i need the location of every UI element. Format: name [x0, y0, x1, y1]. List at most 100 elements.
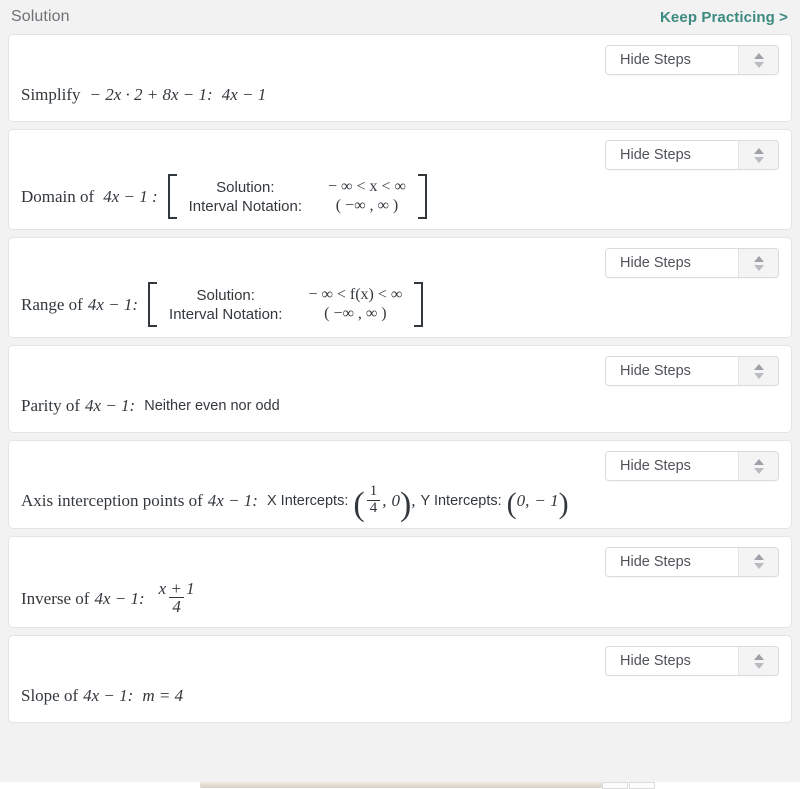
steps-spinner[interactable]: [738, 547, 778, 576]
card-label: Simplify: [21, 85, 81, 104]
hide-steps-button[interactable]: Hide Steps: [605, 140, 779, 170]
triangle-up-icon[interactable]: [753, 653, 764, 660]
card-body-intercepts: Axis interception points of 4x − 1: X In…: [21, 483, 779, 524]
hide-steps-button[interactable]: Hide Steps: [605, 45, 779, 75]
card-label: Range of: [21, 294, 83, 314]
card-toolbar: Hide Steps: [21, 451, 779, 483]
steps-spinner[interactable]: [738, 141, 778, 169]
hide-steps-label: Hide Steps: [606, 452, 738, 480]
triangle-down-icon[interactable]: [753, 662, 764, 669]
triangle-up-icon[interactable]: [753, 147, 764, 154]
triangle-down-icon[interactable]: [753, 467, 764, 474]
matrix-value: ( −∞ , ∞ ): [335, 197, 399, 214]
hide-steps-label: Hide Steps: [606, 357, 738, 385]
matrix-value: − ∞ < x < ∞: [328, 178, 406, 195]
card-body-simplify: Simplify − 2x · 2 + 8x − 1: 4x − 1: [21, 77, 779, 111]
matrix-key: Interval Notation:: [188, 197, 303, 215]
bottom-cutoff-strip: [0, 782, 800, 789]
bottom-control-left[interactable]: [602, 782, 628, 789]
hide-steps-label: Hide Steps: [606, 249, 738, 277]
card-result: Neither even nor odd: [144, 398, 280, 414]
bracket-left-icon: [148, 282, 158, 327]
card-toolbar: Hide Steps: [21, 140, 779, 172]
card-label: Inverse of: [21, 588, 90, 608]
x-intercept-second: 0: [391, 491, 400, 511]
hide-steps-button[interactable]: Hide Steps: [605, 356, 779, 386]
x-intercepts-label: X Intercepts:: [266, 493, 349, 510]
hide-steps-button[interactable]: Hide Steps: [605, 546, 779, 577]
bracket-left-icon: [167, 174, 177, 219]
card-problem: 4x − 1:: [83, 686, 134, 706]
card-body-domain: Domain of 4x − 1 : Solution: − ∞ < x < ∞…: [21, 172, 779, 219]
triangle-down-icon[interactable]: [753, 372, 764, 379]
solution-page: Solution Keep Practicing > Hide Steps Si…: [0, 0, 800, 789]
matrix-value: − ∞ < f(x) < ∞: [308, 286, 403, 303]
triangle-up-icon[interactable]: [753, 554, 764, 560]
solution-header: Solution Keep Practicing >: [0, 0, 800, 34]
card-problem: 4x − 1:: [207, 491, 258, 511]
triangle-down-icon[interactable]: [753, 156, 764, 163]
card-result: 4x − 1: [221, 85, 267, 104]
triangle-up-icon[interactable]: [753, 458, 764, 465]
solution-card-parity: Hide Steps Parity of 4x − 1: Neither eve…: [8, 345, 792, 433]
card-result: m = 4: [142, 686, 184, 706]
hide-steps-label: Hide Steps: [606, 46, 738, 74]
y-intercept-first: 0: [516, 491, 526, 511]
bracket-right-icon: [417, 174, 427, 219]
card-label: Domain of: [21, 186, 95, 206]
horizontal-scrollbar-thumb[interactable]: [200, 782, 602, 788]
card-body-parity: Parity of 4x − 1: Neither even nor odd: [21, 388, 779, 422]
point-separator: ,: [525, 491, 530, 511]
hide-steps-button[interactable]: Hide Steps: [605, 248, 779, 278]
x-intercept-fraction: 1 4: [366, 483, 381, 517]
card-problem: 4x − 1:: [94, 588, 145, 608]
card-label: Parity of: [21, 396, 81, 415]
hide-steps-label: Hide Steps: [606, 141, 738, 169]
fraction-denominator: 4: [366, 499, 381, 517]
card-toolbar: Hide Steps: [21, 356, 779, 388]
solution-cards: Hide Steps Simplify − 2x · 2 + 8x − 1: 4…: [0, 34, 800, 724]
solution-card-slope: Hide Steps Slope of 4x − 1: m = 4: [8, 635, 792, 724]
steps-spinner[interactable]: [738, 452, 778, 480]
keep-practicing-link[interactable]: Keep Practicing >: [660, 9, 788, 26]
intercepts-separator: ,: [411, 491, 416, 511]
steps-spinner[interactable]: [738, 249, 778, 277]
triangle-up-icon[interactable]: [753, 255, 764, 262]
solution-matrix: Solution: − ∞ < f(x) < ∞ Interval Notati…: [148, 282, 424, 327]
fraction-numerator: x + 1: [158, 578, 195, 598]
solution-card-simplify: Hide Steps Simplify − 2x · 2 + 8x − 1: 4…: [8, 34, 792, 122]
card-body-inverse: Inverse of 4x − 1: x + 1 4: [21, 579, 779, 618]
bottom-control-right[interactable]: [629, 782, 655, 789]
steps-spinner[interactable]: [738, 357, 778, 385]
inverse-fraction: x + 1 4: [156, 578, 198, 617]
card-toolbar: Hide Steps: [21, 646, 779, 678]
matrix-key: Interval Notation:: [169, 305, 283, 323]
matrix-grid: Solution: − ∞ < x < ∞ Interval Notation:…: [177, 174, 418, 219]
card-body-range: Range of 4x − 1: Solution: − ∞ < f(x) < …: [21, 280, 779, 327]
matrix-key: Solution:: [216, 178, 275, 196]
y-intercepts-label: Y Intercepts:: [420, 493, 502, 510]
bracket-right-icon: [414, 282, 424, 327]
matrix-key: Solution:: [196, 286, 255, 304]
matrix-value: ( −∞ , ∞ ): [324, 305, 387, 322]
triangle-up-icon[interactable]: [753, 363, 764, 370]
solution-card-intercepts: Hide Steps Axis interception points of 4…: [8, 440, 792, 529]
hide-steps-label: Hide Steps: [606, 547, 738, 576]
triangle-down-icon[interactable]: [753, 264, 764, 271]
card-label: Slope of: [21, 686, 79, 706]
hide-steps-button[interactable]: Hide Steps: [605, 451, 779, 481]
x-intercept-point: ( 1 4 , 0 ): [353, 483, 412, 524]
solution-matrix: Solution: − ∞ < x < ∞ Interval Notation:…: [167, 174, 427, 219]
steps-spinner[interactable]: [738, 46, 778, 74]
steps-spinner[interactable]: [738, 647, 778, 676]
hide-steps-label: Hide Steps: [606, 647, 738, 676]
card-problem: 4x − 1:: [85, 396, 136, 415]
triangle-down-icon[interactable]: [753, 61, 764, 68]
triangle-down-icon[interactable]: [753, 563, 764, 569]
y-intercept-point: ( 0 , − 1 ): [506, 487, 569, 521]
solution-card-range: Hide Steps Range of 4x − 1: Solution: − …: [8, 237, 792, 338]
solution-card-domain: Hide Steps Domain of 4x − 1 : Solution: …: [8, 129, 792, 230]
card-expression: 4x − 1:: [87, 294, 139, 314]
hide-steps-button[interactable]: Hide Steps: [605, 646, 779, 677]
triangle-up-icon[interactable]: [753, 52, 764, 59]
